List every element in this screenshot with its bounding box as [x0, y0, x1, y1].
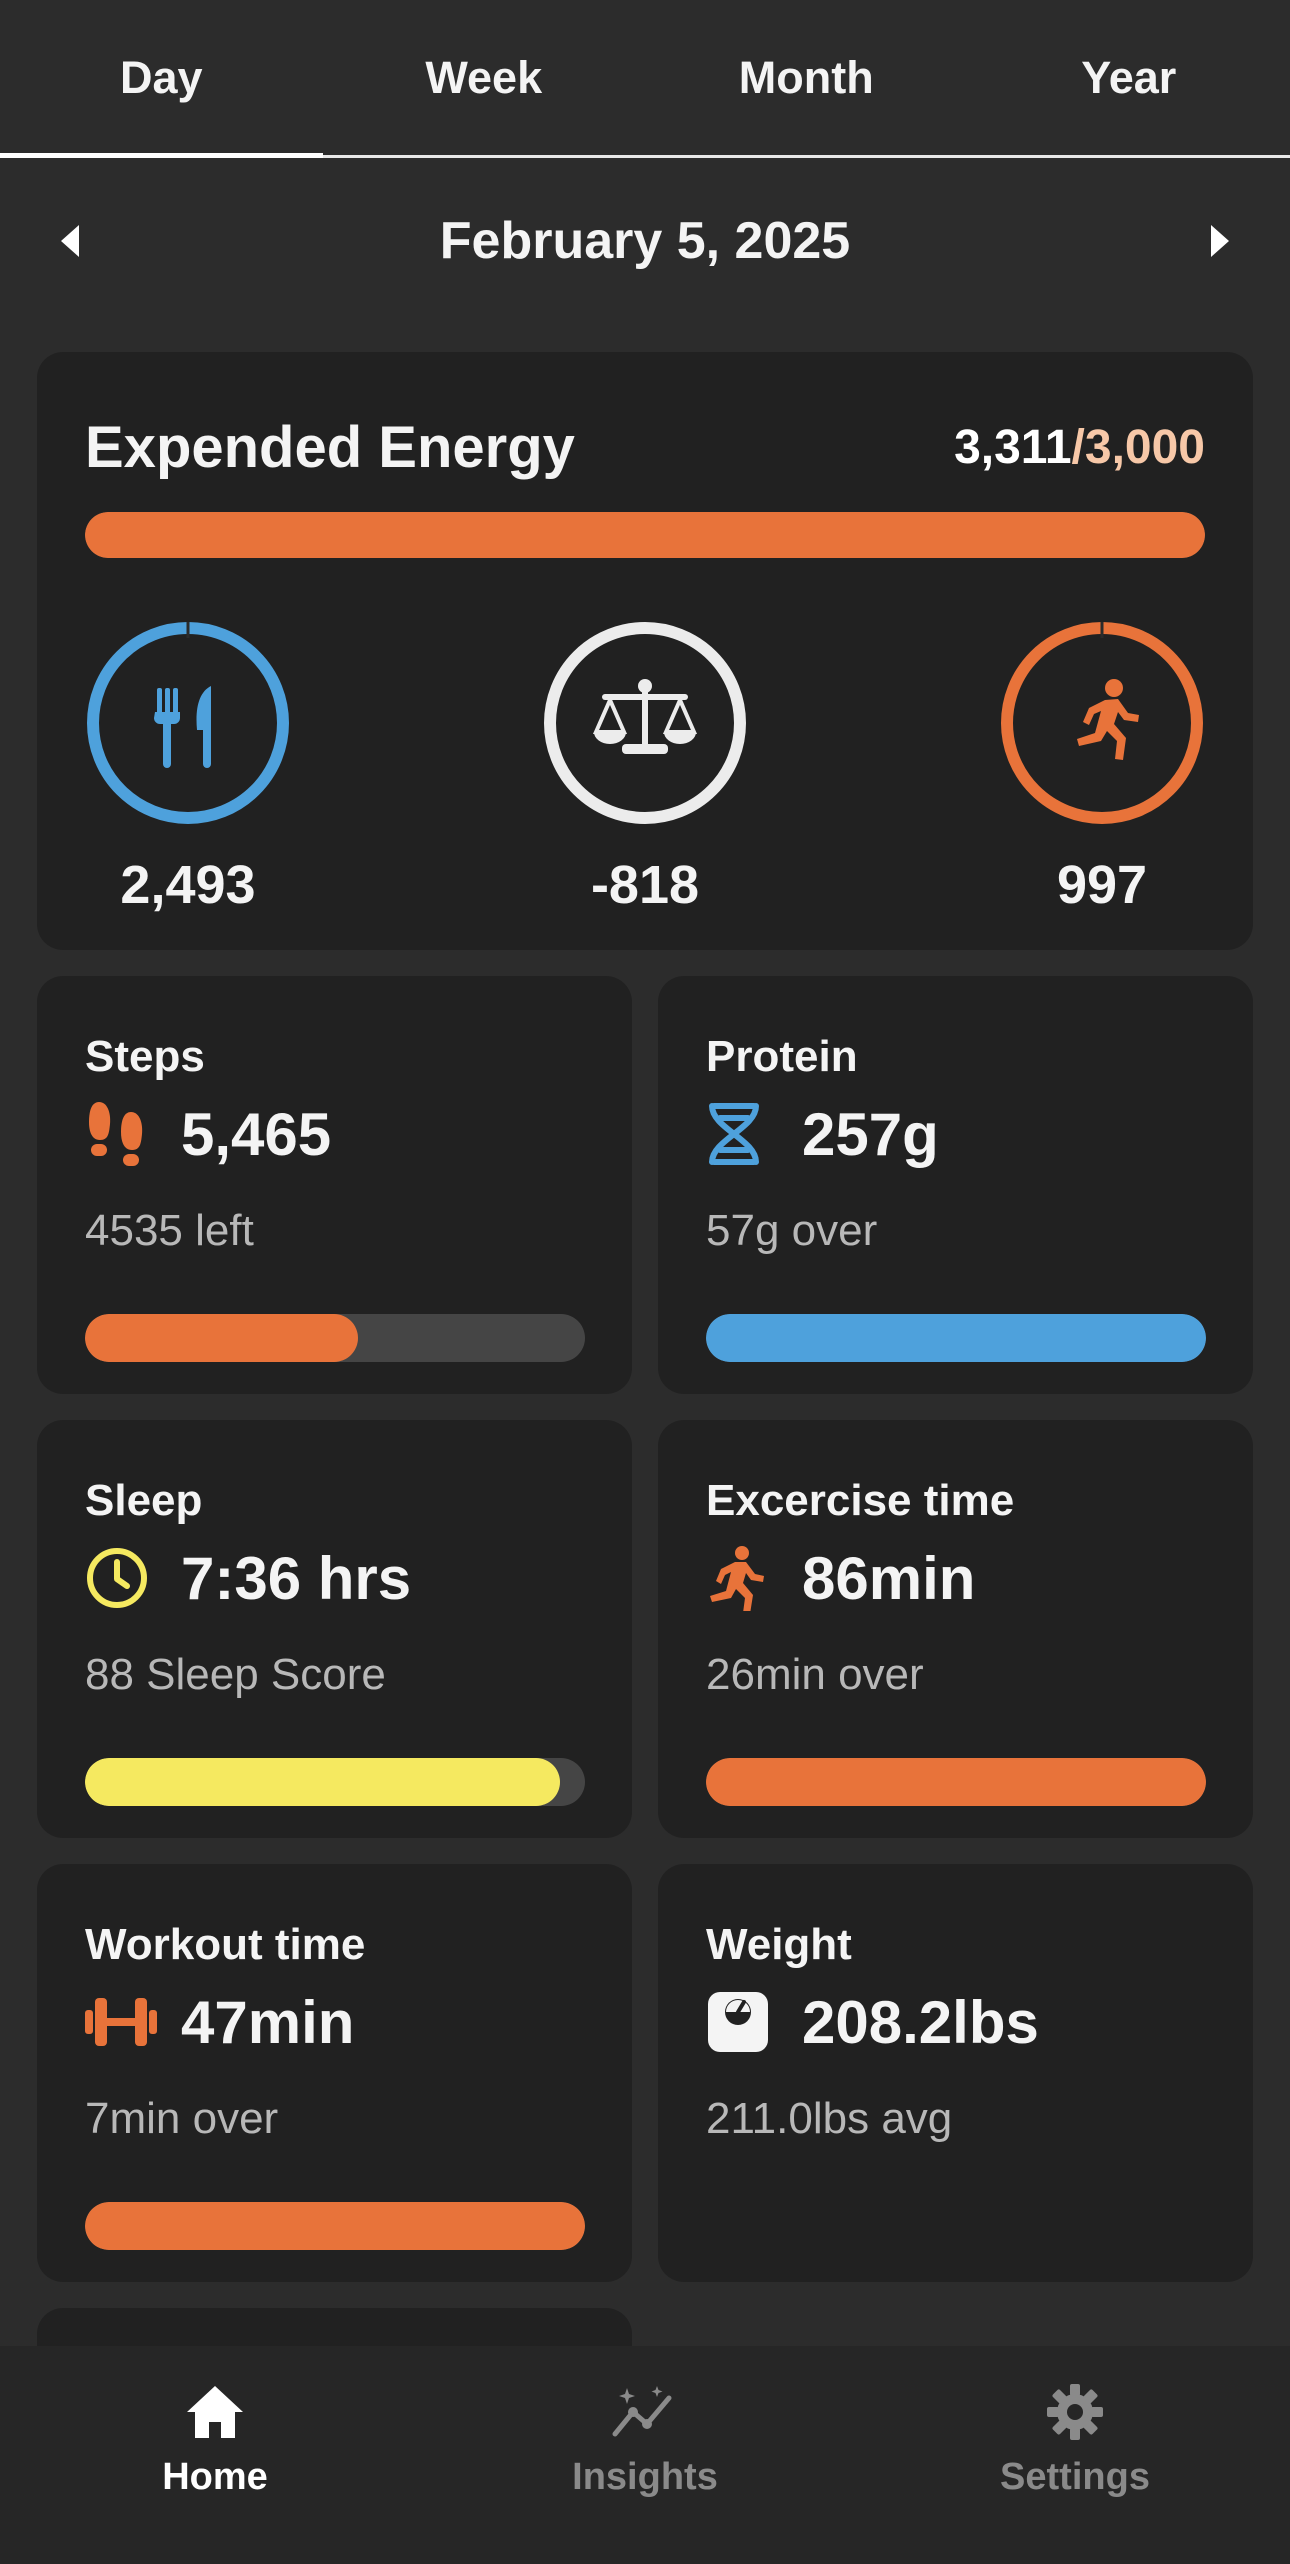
home-icon — [179, 2376, 251, 2448]
steps-value: 5,465 — [181, 1100, 332, 1168]
date-navigator: February 5, 2025 — [0, 196, 1290, 286]
nav-home[interactable]: Home — [0, 2346, 430, 2564]
steps-sub: 4535 left — [85, 1206, 254, 1255]
caret-right-icon[interactable] — [1206, 221, 1234, 261]
weight-card[interactable]: Weight 208.2lbs 211.0lbs avg — [658, 1864, 1253, 2282]
dna-icon — [706, 1098, 778, 1170]
insights-chart-icon — [609, 2376, 681, 2448]
energy-goal: /3,000 — [1071, 421, 1205, 474]
steps-card[interactable]: Steps 5,465 4535 left — [37, 976, 632, 1394]
sleep-title: Sleep — [85, 1476, 203, 1525]
weight-title: Weight — [706, 1920, 852, 1969]
sleep-progress-fill — [85, 1758, 560, 1806]
dumbbell-icon — [85, 1986, 157, 2058]
workout-sub: 7min over — [85, 2094, 279, 2143]
clock-icon — [85, 1542, 157, 1614]
energy-value: 3,311/3,000 — [954, 420, 1205, 475]
sleep-progress-bar — [85, 1758, 585, 1806]
sleep-value: 7:36 hrs — [181, 1544, 412, 1612]
active-value: 997 — [1056, 855, 1148, 915]
weight-value: 208.2lbs — [802, 1988, 1039, 2056]
protein-card[interactable]: Protein 257g 57g over — [658, 976, 1253, 1394]
workout-card[interactable]: Workout time 47min 7min over — [37, 1864, 632, 2282]
steps-progress-bar — [85, 1314, 585, 1362]
protein-title: Protein — [706, 1032, 858, 1081]
tab-year[interactable]: Year — [968, 0, 1290, 155]
tab-month[interactable]: Month — [645, 0, 968, 155]
scale-icon — [592, 679, 698, 754]
protein-progress-fill — [706, 1314, 1206, 1362]
gear-icon — [1039, 2376, 1111, 2448]
date-title: February 5, 2025 — [439, 212, 851, 270]
protein-sub: 57g over — [706, 1206, 878, 1255]
tab-day[interactable]: Day — [0, 0, 323, 158]
sleep-card[interactable]: Sleep 7:36 hrs 88 Sleep Score — [37, 1420, 632, 1838]
intake-ring — [87, 622, 289, 824]
protein-value: 257g — [802, 1100, 939, 1168]
fork-knife-icon — [154, 686, 211, 768]
nav-home-label: Home — [162, 2456, 268, 2498]
running-person-icon — [1077, 679, 1139, 760]
expended-energy-card[interactable]: Expended Energy 3,311/3,000 2,493 -818 9… — [37, 352, 1253, 950]
balance-value: -818 — [590, 855, 700, 915]
bottom-navigation: Home Insights Settings — [0, 2346, 1290, 2564]
exercise-sub: 26min over — [706, 1650, 924, 1699]
workout-progress-fill — [85, 2202, 585, 2250]
steps-progress-fill — [85, 1314, 358, 1362]
energy-current: 3,311 — [954, 421, 1072, 474]
exercise-value: 86min — [802, 1544, 976, 1612]
period-tabs: Day Week Month Year — [0, 0, 1290, 158]
footprints-icon — [85, 1098, 157, 1170]
nav-insights-label: Insights — [572, 2456, 718, 2498]
energy-label: Expended Energy — [85, 415, 575, 480]
active-ring — [1001, 622, 1203, 824]
bathroom-scale-icon — [706, 1986, 778, 2058]
workout-progress-bar — [85, 2202, 585, 2250]
caret-left-icon[interactable] — [56, 221, 84, 261]
protein-progress-bar — [706, 1314, 1206, 1362]
workout-value: 47min — [181, 1988, 355, 2056]
steps-title: Steps — [85, 1032, 205, 1081]
exercise-title: Excercise time — [706, 1476, 1015, 1525]
nav-settings[interactable]: Settings — [860, 2346, 1290, 2564]
balance-ring — [544, 622, 746, 824]
tab-week[interactable]: Week — [323, 0, 646, 155]
energy-progress-bar — [85, 512, 1205, 558]
weight-sub: 211.0lbs avg — [706, 2094, 953, 2143]
exercise-card[interactable]: Excercise time 86min 26min over — [658, 1420, 1253, 1838]
nav-insights[interactable]: Insights — [430, 2346, 860, 2564]
running-person-icon — [706, 1542, 778, 1614]
nav-settings-label: Settings — [1000, 2456, 1150, 2498]
intake-value: 2,493 — [120, 855, 256, 915]
workout-title: Workout time — [85, 1920, 366, 1969]
exercise-progress-bar — [706, 1758, 1206, 1806]
energy-progress-fill — [85, 512, 1205, 558]
exercise-progress-fill — [706, 1758, 1206, 1806]
sleep-sub: 88 Sleep Score — [85, 1650, 386, 1699]
